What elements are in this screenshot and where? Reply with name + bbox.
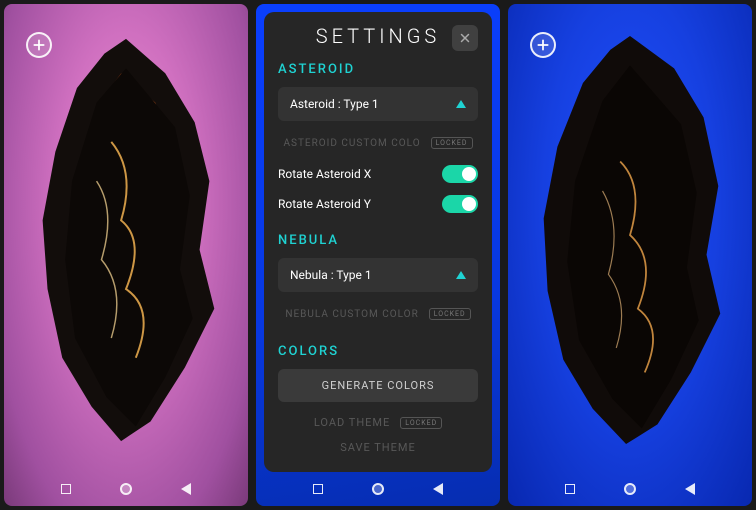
save-theme-row: SAVE THEME bbox=[278, 435, 478, 460]
android-navbar bbox=[256, 482, 500, 496]
asteroid-render bbox=[526, 34, 734, 446]
rotate-y-toggle[interactable] bbox=[442, 195, 478, 213]
generate-colors-button[interactable]: GENERATE COLORS bbox=[278, 369, 478, 402]
asteroid-type-value: Asteroid : Type 1 bbox=[290, 97, 379, 111]
asteroid-render bbox=[22, 34, 230, 446]
rotate-x-row: Rotate Asteroid X bbox=[278, 159, 478, 189]
nebula-custom-color-row: NEBULA CUSTOM COLOR LOCKED bbox=[278, 302, 478, 330]
nav-back-icon[interactable] bbox=[179, 482, 193, 496]
android-navbar bbox=[4, 482, 248, 496]
nav-back-icon[interactable] bbox=[431, 482, 445, 496]
asteroid-custom-color-row: ASTEROID CUSTOM COLO LOCKED bbox=[278, 131, 478, 159]
save-theme-label: SAVE THEME bbox=[340, 441, 416, 454]
nav-recent-icon[interactable] bbox=[563, 482, 577, 496]
section-nebula-label: NEBULA bbox=[278, 233, 478, 248]
nebula-custom-color-label: NEBULA CUSTOM COLOR bbox=[285, 309, 418, 320]
section-colors-label: COLORS bbox=[278, 344, 478, 359]
settings-header: SETTINGS bbox=[278, 24, 478, 48]
load-theme-label: LOAD THEME bbox=[314, 416, 390, 429]
rotate-x-toggle[interactable] bbox=[442, 165, 478, 183]
nav-recent-icon[interactable] bbox=[311, 482, 325, 496]
locked-badge: LOCKED bbox=[429, 308, 471, 320]
nav-home-icon[interactable] bbox=[119, 482, 133, 496]
rotate-x-label: Rotate Asteroid X bbox=[278, 167, 371, 181]
chevron-up-icon bbox=[456, 271, 466, 279]
close-icon bbox=[459, 32, 471, 44]
settings-panel: SETTINGS ASTEROID Asteroid : Type 1 ASTE… bbox=[264, 12, 492, 472]
locked-badge: LOCKED bbox=[431, 137, 473, 149]
android-navbar bbox=[508, 482, 752, 496]
locked-badge: LOCKED bbox=[400, 417, 442, 429]
section-asteroid-label: ASTEROID bbox=[278, 62, 478, 77]
plus-icon bbox=[32, 38, 46, 52]
nav-recent-icon[interactable] bbox=[59, 482, 73, 496]
nav-home-icon[interactable] bbox=[623, 482, 637, 496]
nebula-type-select[interactable]: Nebula : Type 1 bbox=[278, 258, 478, 292]
asteroid-custom-color-label: ASTEROID CUSTOM COLO bbox=[284, 138, 421, 149]
add-button[interactable] bbox=[26, 32, 52, 58]
nebula-type-value: Nebula : Type 1 bbox=[290, 268, 372, 282]
phone-preview-right bbox=[508, 4, 752, 506]
add-button[interactable] bbox=[530, 32, 556, 58]
phone-preview-center: SETTINGS ASTEROID Asteroid : Type 1 ASTE… bbox=[256, 4, 500, 506]
asteroid-type-select[interactable]: Asteroid : Type 1 bbox=[278, 87, 478, 121]
chevron-up-icon bbox=[456, 100, 466, 108]
close-button[interactable] bbox=[452, 25, 478, 51]
settings-title: SETTINGS bbox=[316, 24, 441, 48]
nav-home-icon[interactable] bbox=[371, 482, 385, 496]
rotate-y-row: Rotate Asteroid Y bbox=[278, 189, 478, 219]
phone-preview-left bbox=[4, 4, 248, 506]
load-theme-row: LOAD THEME LOCKED bbox=[278, 410, 478, 435]
plus-icon bbox=[536, 38, 550, 52]
nav-back-icon[interactable] bbox=[683, 482, 697, 496]
rotate-y-label: Rotate Asteroid Y bbox=[278, 197, 371, 211]
